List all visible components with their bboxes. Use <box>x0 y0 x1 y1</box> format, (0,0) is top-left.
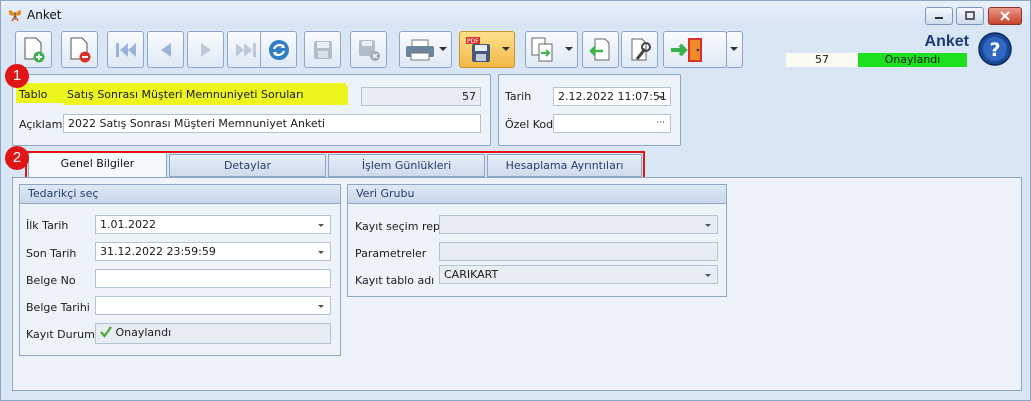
ilk-tarih-field[interactable]: 1.01.2022 <box>95 215 331 234</box>
tabs-highlight-box <box>25 151 645 180</box>
refresh-button[interactable] <box>260 31 297 68</box>
minimize-button[interactable] <box>925 7 953 25</box>
son-tarih-label: Son Tarih <box>26 247 77 260</box>
kayit-secim-repo-label: Kayıt seçim repo <box>355 220 447 233</box>
print-button[interactable] <box>399 31 452 68</box>
first-record-button[interactable] <box>107 31 144 68</box>
ilk-tarih-dropdown-icon <box>318 224 324 227</box>
tablo-label: Tablo <box>19 88 48 101</box>
help-button[interactable]: ? <box>977 31 1013 67</box>
print-icon <box>406 39 434 60</box>
exit-dropdown-button[interactable] <box>726 31 743 68</box>
svg-text:?: ? <box>989 39 1000 61</box>
first-record-icon <box>115 42 136 57</box>
callout-badge-2: 2 <box>5 146 29 170</box>
svg-text:PDF: PDF <box>467 38 479 45</box>
last-record-button[interactable] <box>227 31 264 68</box>
pdf-export-icon: PDF <box>466 36 490 62</box>
son-tarih-value: 31.12.2022 23:59:59 <box>100 245 216 258</box>
aciklama-label: Açıklama <box>19 118 70 131</box>
callout-badge-1: 1 <box>5 64 29 88</box>
kayit-secim-repo-dropdown-icon <box>705 224 711 227</box>
pdf-export-button[interactable]: PDF <box>459 31 515 68</box>
exit-dropdown-icon <box>730 47 738 51</box>
parametreler-label: Parametreler <box>355 247 427 260</box>
import-icon <box>588 38 609 60</box>
kayit-tablo-adi-label: Kayıt tablo adı <box>355 274 435 287</box>
belge-tarihi-dropdown-icon <box>318 305 324 308</box>
close-icon <box>1000 11 1010 21</box>
parametreler-field[interactable] <box>439 242 718 261</box>
last-record-icon <box>235 42 256 57</box>
ellipsis-icon[interactable]: ··· <box>656 115 665 132</box>
window-title: Anket <box>27 8 62 22</box>
exit-button[interactable] <box>663 31 727 68</box>
tarih-field[interactable]: 2.12.2022 11:07:51 <box>553 87 671 106</box>
belge-tarihi-label: Belge Tarihi <box>26 301 90 314</box>
pdf-dropdown-icon <box>502 47 510 51</box>
delete-doc-icon <box>70 37 90 62</box>
help-icon: ? <box>978 32 1012 66</box>
aciklama-field[interactable]: 2022 Satış Sonrası Müşteri Memnuniyet An… <box>63 114 481 133</box>
close-button[interactable] <box>988 7 1022 25</box>
tablo-count-field: 57 <box>361 87 481 106</box>
application-window: Anket PDF Anket ? 57 Onaylandı Tablo Sat… <box>0 0 1031 401</box>
export-button[interactable] <box>525 31 578 68</box>
import-button[interactable] <box>582 31 619 68</box>
next-record-icon <box>200 42 211 57</box>
ilk-tarih-value: 1.01.2022 <box>100 218 156 231</box>
butterfly-icon <box>8 10 22 22</box>
new-record-button[interactable] <box>15 31 52 68</box>
export-dropdown-icon <box>565 47 573 51</box>
delete-record-button[interactable] <box>61 31 98 68</box>
tarih-value: 2.12.2022 11:07:51 <box>558 90 667 103</box>
cancel-save-icon <box>358 39 380 61</box>
son-tarih-dropdown-icon <box>318 251 324 254</box>
belge-no-field[interactable] <box>95 269 331 288</box>
maximize-icon <box>965 11 975 20</box>
previous-record-button[interactable] <box>147 31 184 68</box>
record-count: 57 <box>786 53 858 67</box>
tedarikci-group-header: Tedarikçi seç <box>20 185 340 204</box>
cancel-save-button[interactable] <box>350 31 387 68</box>
ilk-tarih-label: İlk Tarih <box>26 219 69 232</box>
settings-icon <box>631 38 651 60</box>
refresh-icon <box>268 39 289 60</box>
belge-tarihi-field[interactable] <box>95 296 331 315</box>
belge-no-label: Belge No <box>26 274 76 287</box>
kayit-secim-repo-field[interactable] <box>439 215 718 234</box>
title-bar: Anket <box>1 1 1030 28</box>
kayit-tablo-adi-value: CARIKART <box>444 268 499 281</box>
save-icon <box>313 40 332 59</box>
form-title: Anket <box>924 33 969 50</box>
print-dropdown-icon <box>439 47 447 51</box>
previous-record-icon <box>160 42 171 57</box>
export-icon <box>531 37 553 61</box>
tablo-field[interactable]: Satış Sonrası Müşteri Memnuniyeti Sorula… <box>63 86 348 105</box>
next-record-button[interactable] <box>187 31 224 68</box>
checkmark-icon <box>100 326 112 338</box>
status-badge: Onaylandı <box>858 53 967 67</box>
minimize-icon <box>935 17 943 19</box>
kayit-durumu-value: Onaylandı <box>115 326 172 339</box>
settings-button[interactable] <box>621 31 658 68</box>
kayit-durumu-label: Kayıt Durumu <box>26 328 102 341</box>
veri-grubu-group-header: Veri Grubu <box>348 185 726 204</box>
ozel-kod-field[interactable]: ··· <box>553 114 671 133</box>
new-doc-icon <box>24 37 44 62</box>
kayit-tablo-adi-field[interactable]: CARIKART <box>439 265 718 284</box>
kayit-durumu-field: Onaylandı <box>95 323 331 344</box>
maximize-button[interactable] <box>956 7 984 25</box>
date-panel <box>498 74 681 146</box>
exit-icon <box>671 37 702 62</box>
tarih-label: Tarih <box>505 90 532 103</box>
kayit-tablo-adi-dropdown-icon <box>705 274 711 277</box>
son-tarih-field[interactable]: 31.12.2022 23:59:59 <box>95 242 331 261</box>
tarih-dropdown-icon <box>658 96 664 99</box>
save-button[interactable] <box>304 31 341 68</box>
ozel-kod-label: Özel Kod <box>505 118 554 131</box>
